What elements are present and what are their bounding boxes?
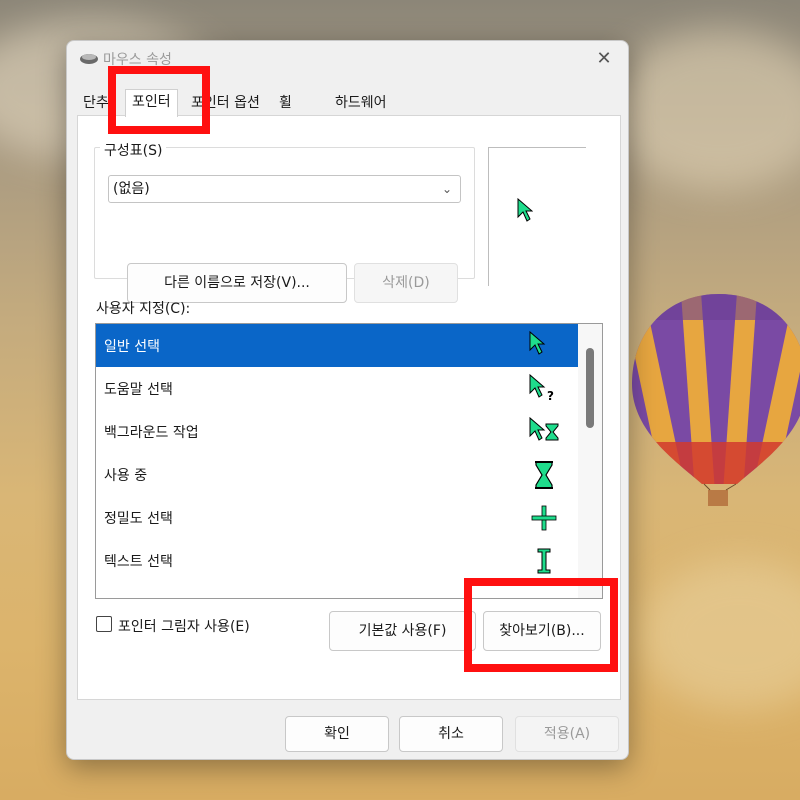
list-item[interactable]: 사용 중 [96, 453, 578, 496]
tab-pointers[interactable]: 포인터 [125, 89, 178, 117]
checkbox-box[interactable] [96, 616, 112, 632]
use-default-button[interactable]: 기본값 사용(F) [329, 611, 476, 651]
pointer-shadow-label: 포인터 그림자 사용(E) [118, 619, 250, 635]
tab-strip: 단추 포인터 포인터 옵션 휠 하드웨어 [77, 89, 622, 117]
title-bar: 마우스 속성 ✕ [67, 41, 628, 77]
list-item[interactable]: 텍스트 선택 [96, 539, 578, 582]
tab-pointer-options[interactable]: 포인터 옵션 [185, 91, 266, 117]
save-as-button[interactable]: 다른 이름으로 저장(V)... [127, 263, 347, 303]
scheme-dropdown[interactable]: (없음) ⌄ [108, 175, 461, 203]
arrow-cursor-icon [529, 330, 546, 355]
busy-hourglass-icon [535, 461, 553, 489]
scheme-group [94, 147, 475, 279]
precision-cross-icon [531, 505, 557, 531]
cancel-button[interactable]: 취소 [399, 716, 503, 752]
list-item[interactable]: 백그라운드 작업 [96, 410, 578, 453]
pointers-tab-panel: 구성표(S) (없음) ⌄ 다른 이름으로 저장(V)... 삭제(D) 사용자… [77, 115, 621, 700]
ok-button[interactable]: 확인 [285, 716, 389, 752]
list-item[interactable]: 일반 선택 [96, 324, 578, 367]
scheme-group-label: 구성표(S) [100, 140, 167, 160]
cursor-preview [488, 147, 586, 286]
window-title: 마우스 속성 [103, 52, 172, 68]
cursor-list[interactable]: 일반 선택 도움말 선택 ? 백그라운드 작업 사용 중 정밀도 선택 텍스트 … [95, 323, 603, 599]
arrow-cursor-preview-icon [517, 198, 533, 222]
tab-wheel[interactable]: 휠 [273, 91, 298, 117]
list-item[interactable]: 정밀도 선택 [96, 496, 578, 539]
list-item[interactable]: 도움말 선택 ? [96, 367, 578, 410]
tab-buttons[interactable]: 단추 [77, 91, 115, 117]
customize-label: 사용자 지정(C): [96, 301, 191, 317]
background-cloud [640, 560, 800, 710]
tab-hardware[interactable]: 하드웨어 [329, 91, 393, 117]
delete-scheme-button[interactable]: 삭제(D) [354, 263, 458, 303]
chevron-down-icon: ⌄ [441, 182, 452, 196]
scrollbar[interactable] [578, 324, 602, 598]
working-cursor-icon [529, 416, 559, 441]
scheme-dropdown-value: (없음) [113, 181, 150, 197]
close-button[interactable]: ✕ [592, 47, 616, 71]
mouse-icon [80, 54, 98, 64]
browse-button[interactable]: 찾아보기(B)... [483, 611, 601, 651]
apply-button[interactable]: 적용(A) [515, 716, 619, 752]
scrollbar-thumb[interactable] [586, 348, 594, 428]
hot-air-balloon-image [632, 294, 800, 506]
mouse-properties-dialog: 마우스 속성 ✕ 단추 포인터 포인터 옵션 휠 하드웨어 구성표(S) (없음… [66, 40, 629, 760]
help-cursor-icon: ? [529, 373, 554, 403]
close-icon: ✕ [596, 48, 612, 69]
svg-text:?: ? [547, 389, 554, 403]
text-beam-icon [537, 548, 551, 574]
background-cloud [610, 30, 800, 190]
